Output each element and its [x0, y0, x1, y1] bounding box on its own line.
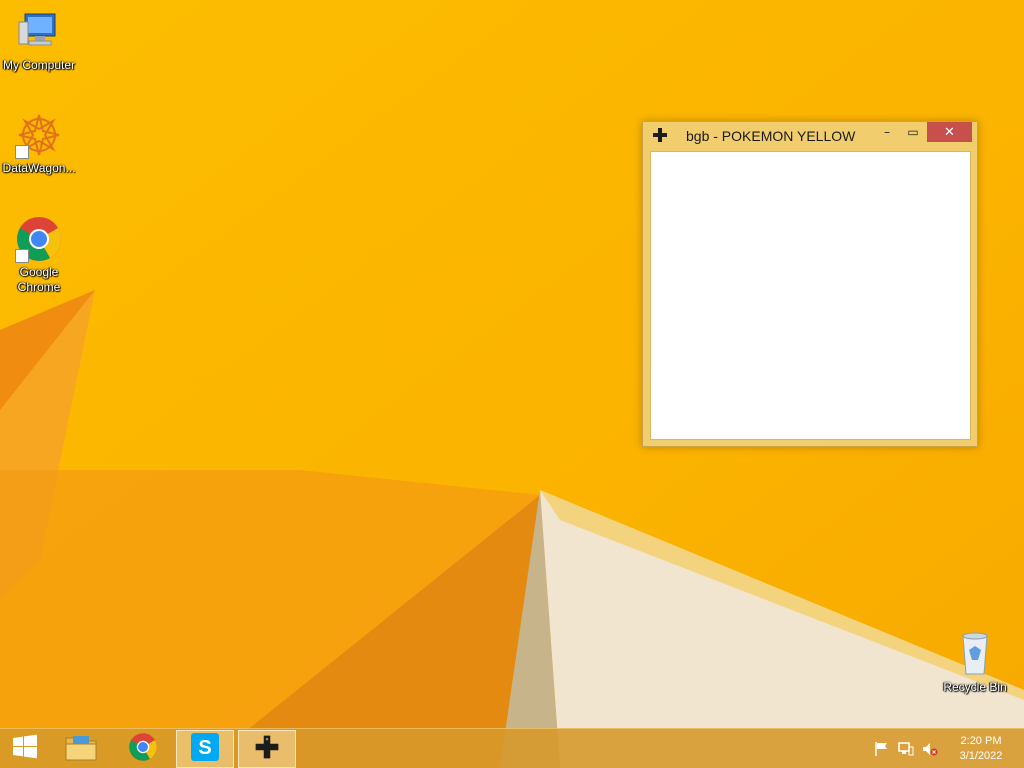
- chrome-icon: [15, 215, 63, 263]
- desktop-icon-recycle-bin[interactable]: Recycle Bin: [937, 630, 1013, 695]
- desktop-icon-chrome[interactable]: Google Chrome: [1, 215, 77, 295]
- datawagon-icon: [15, 111, 63, 159]
- start-button[interactable]: [0, 730, 50, 768]
- chrome-icon: [128, 732, 158, 766]
- system-clock[interactable]: 2:20 PM 3/1/2022: [946, 734, 1016, 764]
- clock-time: 2:20 PM: [960, 735, 1002, 747]
- desktop-icon-datawagon[interactable]: DataWagon...: [1, 111, 77, 176]
- desktop-icon-label: Recycle Bin: [943, 680, 1007, 694]
- taskbar-skype[interactable]: S: [176, 730, 234, 768]
- network-icon[interactable]: [898, 741, 914, 757]
- desktop-icon-label: My Computer: [2, 58, 76, 72]
- computer-icon: [15, 8, 63, 56]
- close-button[interactable]: ✕: [927, 122, 972, 142]
- windows-logo-icon: [12, 734, 38, 764]
- dpad-icon: [254, 734, 280, 764]
- emulator-screen[interactable]: [650, 151, 971, 440]
- volume-muted-icon[interactable]: [922, 741, 938, 757]
- folder-icon: [65, 732, 97, 766]
- desktop-icon-label: Google Chrome: [17, 265, 61, 294]
- svg-text:S: S: [198, 737, 211, 759]
- taskbar-file-explorer[interactable]: [52, 730, 110, 768]
- window-title: bgb - POKEMON YELLOW: [686, 128, 856, 144]
- flag-icon[interactable]: [874, 741, 890, 757]
- desktop-icon-label: DataWagon...: [2, 161, 76, 175]
- dpad-icon[interactable]: [652, 127, 668, 143]
- clock-date: 3/1/2022: [959, 750, 1003, 762]
- shortcut-arrow-icon: [15, 249, 29, 263]
- bgb-window[interactable]: bgb - POKEMON YELLOW – ▭ ✕: [642, 121, 978, 447]
- recycle-bin-icon: [951, 630, 999, 678]
- taskbar-chrome[interactable]: [114, 730, 172, 768]
- desktop-icon-my-computer[interactable]: My Computer: [1, 8, 77, 73]
- skype-icon: S: [190, 732, 220, 766]
- maximize-button[interactable]: ▭: [901, 122, 925, 142]
- taskbar-bgb[interactable]: [238, 730, 296, 768]
- minimize-button[interactable]: –: [875, 122, 899, 142]
- window-titlebar[interactable]: bgb - POKEMON YELLOW – ▭ ✕: [643, 122, 977, 150]
- shortcut-arrow-icon: [15, 145, 29, 159]
- taskbar: S 2:20 PM 3/1/2022: [0, 728, 1024, 768]
